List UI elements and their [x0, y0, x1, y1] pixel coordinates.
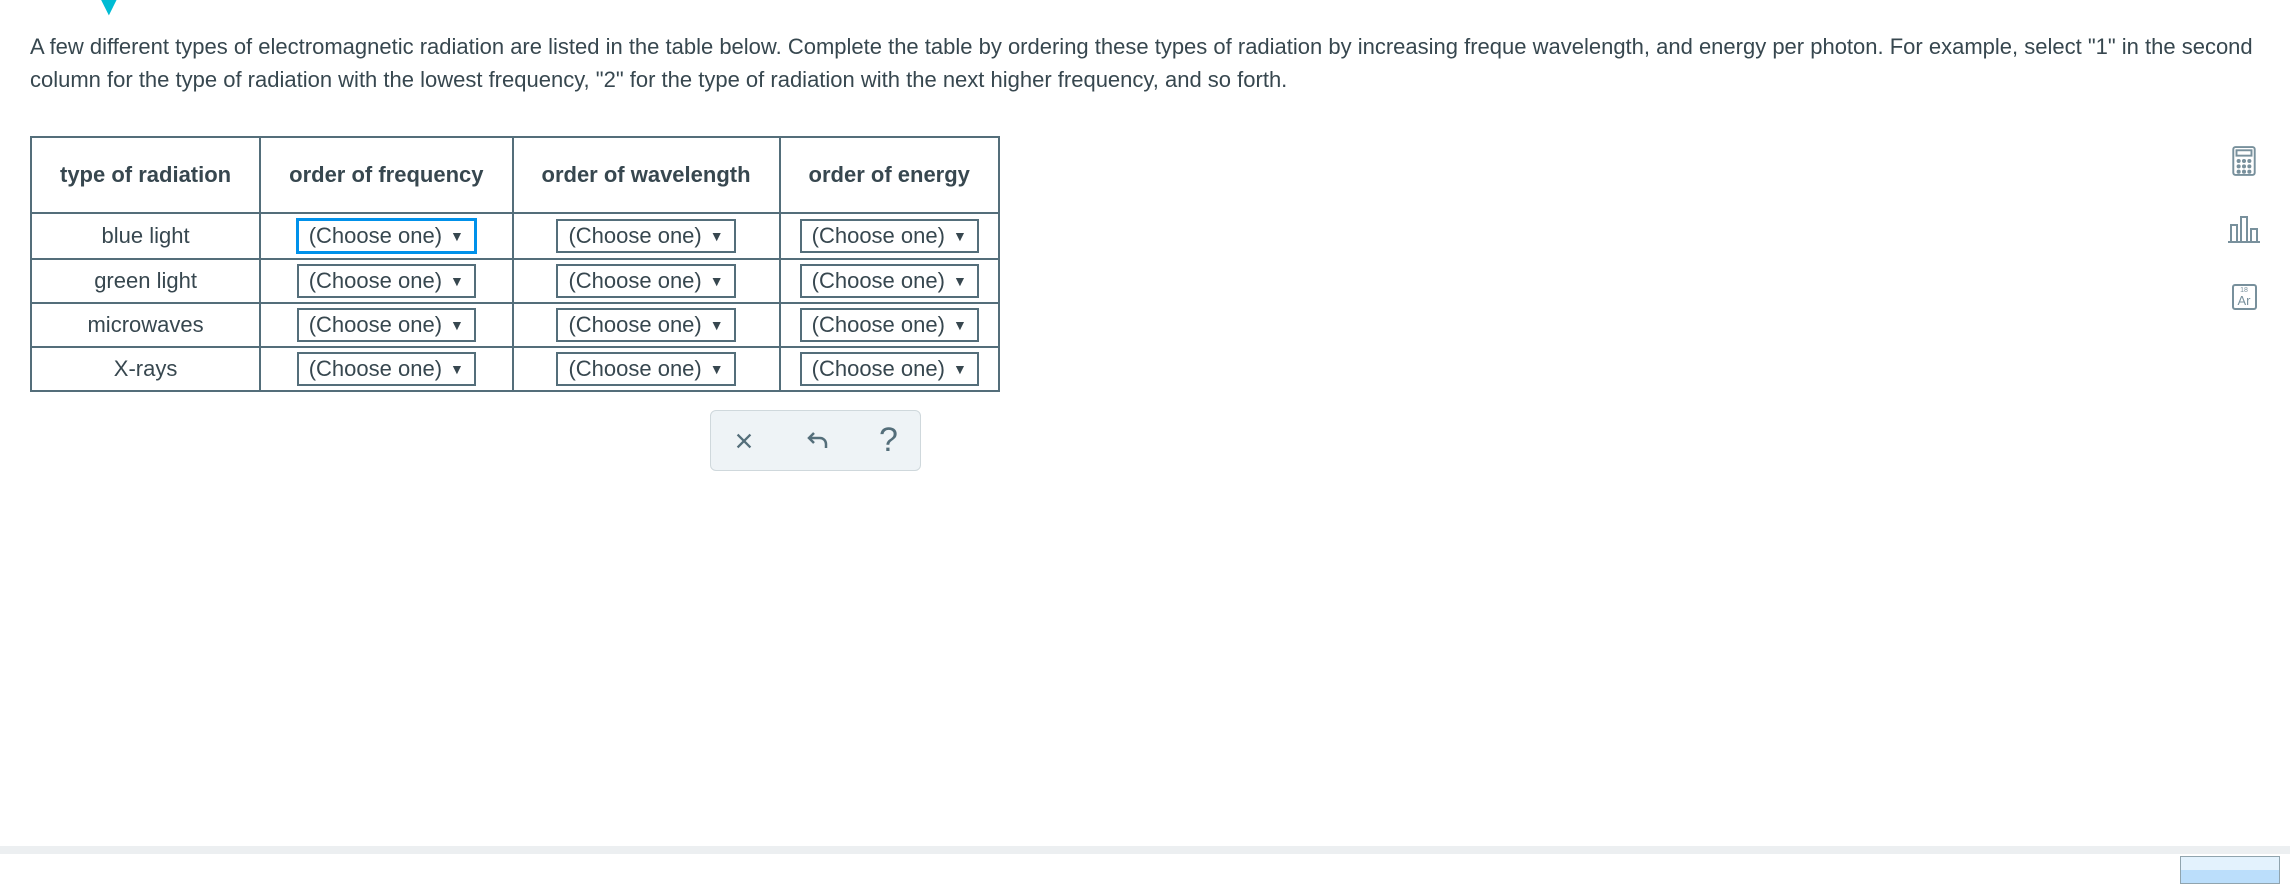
energy-dropdown[interactable]: (Choose one) ▼ [800, 352, 979, 386]
dropdown-arrow-icon: ▼ [953, 273, 967, 289]
header-energy: order of energy [780, 137, 999, 213]
dropdown-label: (Choose one) [309, 356, 442, 382]
dropdown-arrow-icon: ▼ [953, 228, 967, 244]
dropdown-label: (Choose one) [812, 312, 945, 338]
frequency-dropdown[interactable]: (Choose one) ▼ [296, 218, 477, 254]
dropdown-arrow-icon: ▼ [450, 273, 464, 289]
dropdown-arrow-icon: ▼ [953, 361, 967, 377]
radiation-type-cell: microwaves [31, 303, 260, 347]
dropdown-arrow-icon: ▼ [710, 228, 724, 244]
periodic-table-button[interactable]: 18 Ar [2228, 281, 2260, 313]
dropdown-label: (Choose one) [812, 223, 945, 249]
radiation-type-cell: green light [31, 259, 260, 303]
header-wavelength: order of wavelength [513, 137, 780, 213]
radiation-type-cell: blue light [31, 213, 260, 259]
dropdown-arrow-icon: ▼ [710, 273, 724, 289]
wavelength-dropdown[interactable]: (Choose one) ▼ [556, 264, 735, 298]
dropdown-arrow-icon: ▼ [450, 317, 464, 333]
side-tools: 18 Ar [2228, 145, 2260, 313]
dropdown-arrow-icon: ▼ [450, 228, 464, 244]
dropdown-arrow-icon: ▼ [710, 361, 724, 377]
question-instructions: A few different types of electromagnetic… [30, 30, 2260, 96]
radiation-table: type of radiation order of frequency ord… [30, 136, 1000, 392]
bar-chart-icon [2228, 215, 2260, 243]
chart-button[interactable] [2228, 213, 2260, 245]
dropdown-label: (Choose one) [568, 312, 701, 338]
radiation-type-cell: X-rays [31, 347, 260, 391]
frequency-dropdown[interactable]: (Choose one) ▼ [297, 264, 476, 298]
help-button[interactable]: ? [879, 421, 898, 460]
dropdown-arrow-icon: ▼ [953, 317, 967, 333]
table-row: blue light (Choose one) ▼ (Choose one) ▼ (… [31, 213, 999, 259]
table-row: X-rays (Choose one) ▼ (Choose one) ▼ (Choo… [31, 347, 999, 391]
preview-thumbnail[interactable] [2180, 856, 2280, 884]
table-row: microwaves (Choose one) ▼ (Choose one) ▼ (… [31, 303, 999, 347]
wavelength-dropdown[interactable]: (Choose one) ▼ [556, 308, 735, 342]
chevron-down-icon: ▼ [95, 0, 123, 22]
periodic-table-icon: 18 Ar [2232, 284, 2257, 310]
element-symbol: Ar [2238, 293, 2251, 308]
dropdown-label: (Choose one) [309, 223, 442, 249]
dropdown-arrow-icon: ▼ [710, 317, 724, 333]
footer-divider [0, 846, 2290, 854]
table-row: green light (Choose one)▼ (Choose one)▼ … [31, 259, 999, 303]
frequency-dropdown[interactable]: (Choose one) ▼ [297, 352, 476, 386]
dropdown-label: (Choose one) [812, 268, 945, 294]
undo-icon [805, 429, 829, 453]
dropdown-arrow-icon: ▼ [450, 361, 464, 377]
wavelength-dropdown[interactable]: (Choose one) ▼ [556, 219, 735, 253]
dropdown-label: (Choose one) [309, 268, 442, 294]
energy-dropdown[interactable]: (Choose one) ▼ [800, 308, 979, 342]
clear-button[interactable] [733, 430, 755, 452]
header-frequency: order of frequency [260, 137, 512, 213]
energy-dropdown[interactable]: (Choose one) ▼ [800, 264, 979, 298]
action-bar: ? [710, 410, 921, 471]
calculator-icon [2231, 146, 2257, 176]
dropdown-label: (Choose one) [568, 356, 701, 382]
energy-dropdown[interactable]: (Choose one) ▼ [800, 219, 979, 253]
frequency-dropdown[interactable]: (Choose one) ▼ [297, 308, 476, 342]
close-icon [733, 430, 755, 452]
dropdown-label: (Choose one) [309, 312, 442, 338]
dropdown-label: (Choose one) [812, 356, 945, 382]
wavelength-dropdown[interactable]: (Choose one) ▼ [556, 352, 735, 386]
reset-button[interactable] [805, 429, 829, 453]
dropdown-label: (Choose one) [568, 268, 701, 294]
calculator-button[interactable] [2228, 145, 2260, 177]
header-type: type of radiation [31, 137, 260, 213]
dropdown-label: (Choose one) [568, 223, 701, 249]
